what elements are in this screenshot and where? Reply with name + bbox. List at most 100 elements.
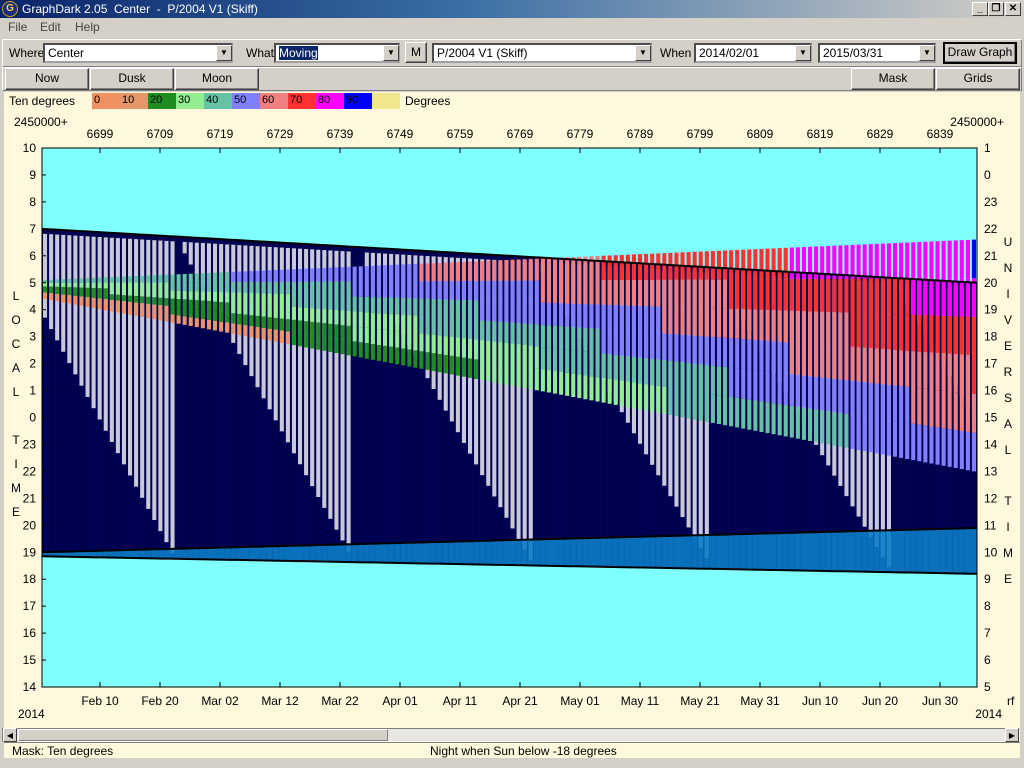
altitude-band bbox=[698, 392, 703, 421]
ut-hour-label: 14 bbox=[984, 437, 998, 451]
altitude-band bbox=[176, 290, 181, 299]
draw-graph-button[interactable]: Draw Graph bbox=[943, 42, 1017, 64]
moonlight-bar bbox=[115, 238, 120, 454]
altitude-band bbox=[431, 317, 436, 336]
app-icon[interactable]: G bbox=[2, 1, 18, 17]
twilight-band bbox=[728, 534, 735, 570]
status-night-definition: Night when Sun below -18 degrees bbox=[430, 744, 617, 758]
what-dropdown-icon[interactable]: ▼ bbox=[383, 45, 399, 61]
m-button[interactable]: M bbox=[405, 42, 427, 63]
moon-button[interactable]: Moon bbox=[175, 68, 259, 90]
jd-tick-label: 6719 bbox=[207, 127, 234, 141]
altitude-band bbox=[170, 274, 175, 283]
menu-file[interactable]: File bbox=[8, 20, 27, 34]
start-date-dropdown-icon[interactable]: ▼ bbox=[795, 45, 811, 61]
altitude-band bbox=[565, 257, 570, 281]
altitude-band bbox=[923, 425, 928, 463]
menu-help[interactable]: Help bbox=[75, 20, 100, 34]
local-hour-label: 3 bbox=[29, 330, 36, 344]
altitude-band bbox=[741, 309, 746, 340]
altitude-band bbox=[680, 334, 685, 363]
twilight-band bbox=[649, 536, 656, 568]
altitude-band bbox=[358, 327, 363, 343]
altitude-band bbox=[577, 327, 582, 352]
where-dropdown-icon[interactable]: ▼ bbox=[216, 45, 232, 61]
close-button[interactable]: ✕ bbox=[1005, 2, 1021, 16]
altitude-band bbox=[352, 311, 357, 327]
altitude-band bbox=[783, 310, 788, 343]
altitude-band bbox=[219, 302, 224, 312]
object-dropdown-icon[interactable]: ▼ bbox=[635, 45, 651, 61]
altitude-band bbox=[291, 307, 296, 320]
legend-swatch: 80 bbox=[316, 93, 344, 109]
altitude-band bbox=[710, 365, 715, 395]
altitude-band bbox=[929, 389, 934, 427]
scroll-left-icon[interactable]: ◀ bbox=[3, 728, 17, 742]
altitude-band bbox=[953, 392, 958, 431]
scroll-right-icon[interactable]: ▶ bbox=[1005, 728, 1019, 742]
date-tick-label: Jun 30 bbox=[922, 694, 958, 708]
altitude-band bbox=[735, 309, 740, 339]
grids-button[interactable]: Grids bbox=[936, 68, 1020, 90]
altitude-band bbox=[571, 280, 576, 304]
altitude-band bbox=[200, 273, 205, 283]
altitude-band bbox=[553, 325, 558, 349]
where-select[interactable]: Center bbox=[43, 43, 233, 63]
dusk-button[interactable]: Dusk bbox=[90, 68, 174, 90]
altitude-band bbox=[741, 339, 746, 369]
minimize-button[interactable]: _ bbox=[972, 2, 988, 16]
twilight-band bbox=[643, 536, 650, 568]
altitude-band bbox=[213, 291, 218, 302]
title-bar[interactable]: G GraphDark 2.05 Center - P/2004 V1 (Ski… bbox=[0, 0, 1024, 18]
altitude-band bbox=[559, 257, 564, 281]
altitude-band bbox=[49, 279, 54, 284]
what-select[interactable]: Moving bbox=[274, 43, 400, 63]
altitude-band bbox=[674, 307, 679, 335]
altitude-band bbox=[492, 321, 497, 342]
altitude-band bbox=[880, 384, 885, 420]
scroll-thumb[interactable] bbox=[18, 729, 388, 741]
altitude-band bbox=[213, 282, 218, 292]
altitude-band bbox=[747, 279, 752, 310]
altitude-band bbox=[893, 421, 898, 457]
twilight-band bbox=[139, 549, 146, 559]
altitude-band bbox=[164, 290, 169, 299]
altitude-band bbox=[79, 292, 84, 297]
menu-edit[interactable]: Edit bbox=[40, 20, 61, 34]
altitude-band bbox=[850, 414, 855, 449]
visibility-chart[interactable]: 2450000+ 2450000+6699 6709 6719 6729 6739 6749… bbox=[4, 110, 1020, 728]
jd-tick-label: 6809 bbox=[747, 127, 774, 141]
twilight-band bbox=[108, 550, 116, 558]
altitude-band bbox=[583, 280, 588, 305]
altitude-band bbox=[474, 261, 479, 281]
altitude-band bbox=[631, 280, 636, 306]
mask-button[interactable]: Mask bbox=[851, 68, 935, 90]
altitude-band bbox=[953, 430, 958, 469]
altitude-band bbox=[880, 349, 885, 385]
altitude-band bbox=[310, 295, 315, 309]
altitude-band bbox=[370, 281, 375, 298]
object-select[interactable]: P/2004 V1 (Skiff) bbox=[432, 43, 652, 63]
altitude-band bbox=[255, 282, 260, 294]
altitude-band bbox=[176, 307, 181, 316]
altitude-band bbox=[49, 283, 54, 287]
horizontal-scrollbar[interactable]: ◀ ▶ bbox=[2, 728, 1020, 742]
altitude-band bbox=[808, 246, 813, 280]
altitude-band bbox=[893, 243, 898, 279]
twilight-band bbox=[606, 537, 614, 567]
altitude-band bbox=[886, 243, 891, 279]
restore-button[interactable]: ❐ bbox=[988, 2, 1004, 16]
altitude-band bbox=[735, 368, 740, 398]
altitude-band bbox=[565, 280, 570, 304]
twilight-band bbox=[454, 541, 462, 565]
legend-swatch-label: 0 bbox=[94, 94, 101, 106]
moonlight-bar bbox=[91, 236, 96, 409]
now-button[interactable]: Now bbox=[5, 68, 89, 90]
end-date-dropdown-icon[interactable]: ▼ bbox=[919, 45, 935, 61]
altitude-band bbox=[510, 301, 515, 323]
altitude-band bbox=[625, 330, 630, 357]
altitude-band bbox=[334, 310, 339, 325]
altitude-band bbox=[601, 353, 606, 379]
altitude-band bbox=[710, 336, 715, 366]
twilight-band bbox=[436, 541, 444, 564]
